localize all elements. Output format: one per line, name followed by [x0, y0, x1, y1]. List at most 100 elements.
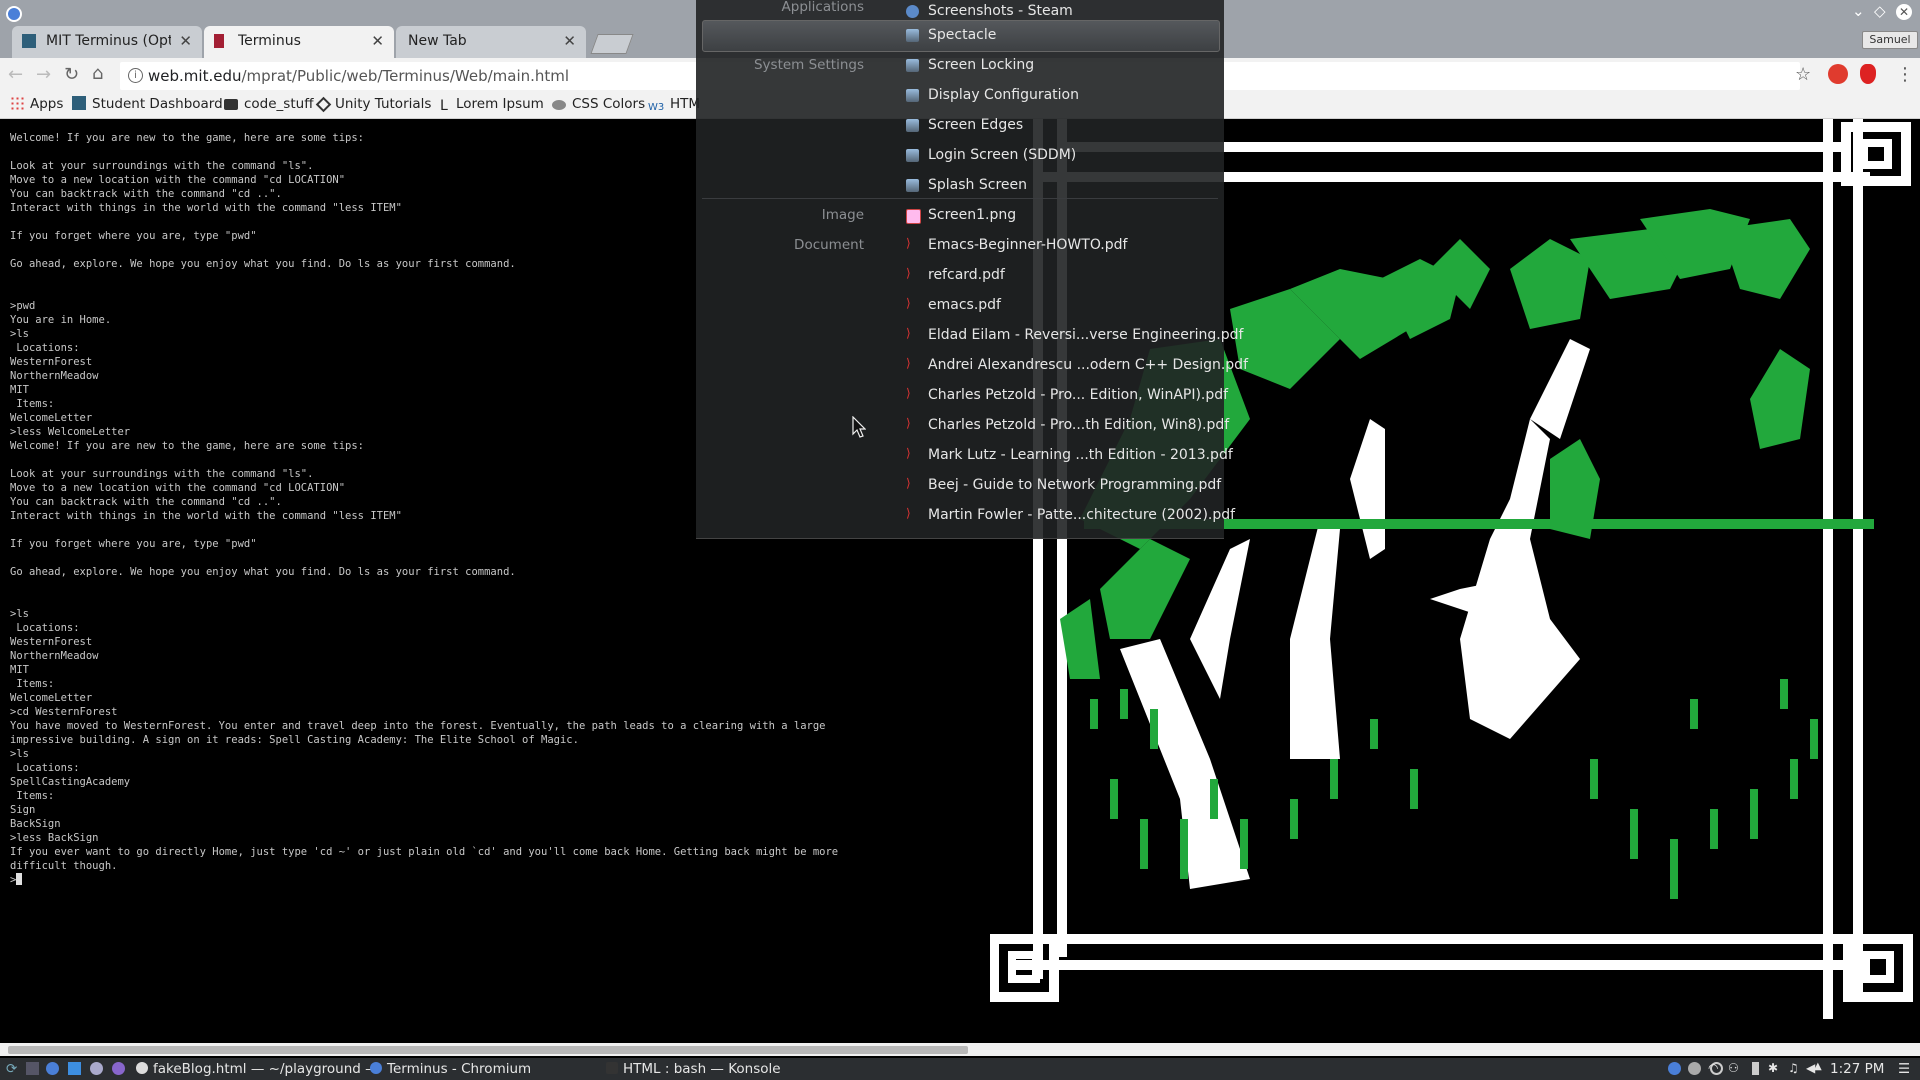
launcher-result-label: emacs.pdf — [928, 297, 1001, 313]
chromium-quick-icon[interactable] — [46, 1062, 59, 1075]
steam-tray-icon[interactable] — [1688, 1062, 1701, 1075]
close-tab-icon[interactable]: ✕ — [371, 32, 384, 50]
launcher-result-label: Screen1.png — [928, 207, 1017, 223]
palette-icon — [552, 100, 566, 110]
url-host: web.mit.edu — [148, 67, 242, 85]
bookmark-label: Lorem Ipsum — [456, 96, 544, 112]
panel-menu-icon[interactable]: ☰ — [1898, 1061, 1910, 1077]
star-icon[interactable]: ☆ — [1795, 64, 1811, 85]
launcher-result-item[interactable]: ⟩ Eldad Eilam - Reversi...verse Engineeri… — [906, 322, 1243, 350]
launcher-result-item[interactable]: Screen Edges — [906, 112, 1216, 140]
info-icon[interactable]: i — [128, 68, 143, 83]
launcher-result-item[interactable]: ⟩ Andrei Alexandrescu ...odern C++ Design… — [906, 352, 1248, 380]
launcher-result-label: Charles Petzold - Pro...th Edition, Win8… — [928, 417, 1230, 433]
app-icon[interactable] — [112, 1062, 125, 1075]
tab-new-tab[interactable]: New Tab ✕ — [396, 26, 586, 58]
bookmark-htm[interactable]: W3 HTM — [648, 96, 700, 116]
pdf-icon: ⟩ — [906, 476, 911, 490]
scrollbar-thumb[interactable] — [8, 1046, 968, 1054]
browser-icon[interactable] — [90, 1062, 103, 1075]
close-window-icon[interactable]: ✕ — [1896, 4, 1912, 20]
bookmark-label: Unity Tutorials — [335, 96, 432, 112]
network-icon[interactable]: ⚇ — [1728, 1061, 1739, 1075]
bookmark-label: Apps — [30, 96, 64, 112]
pdf-icon: ⟩ — [906, 416, 911, 430]
chromium-tray-icon[interactable] — [1668, 1062, 1681, 1075]
task-label: HTML : bash — Konsole — [623, 1061, 781, 1077]
tab-mit-terminus[interactable]: MIT Terminus (Option ✕ — [12, 26, 202, 58]
close-tab-icon[interactable]: ✕ — [179, 32, 192, 50]
task-label: fakeBlog.html — ~/playground — — [153, 1061, 379, 1077]
task-terminus-chromium[interactable]: Terminus - Chromium — [370, 1061, 531, 1077]
login-icon — [906, 149, 919, 162]
pdf-icon: ⟩ — [906, 296, 911, 310]
launcher-result-item[interactable]: ⟩ Beej - Guide to Network Programming.pdf — [906, 472, 1221, 500]
category-document: Document — [794, 237, 864, 253]
launcher-result-label: Spectacle — [928, 27, 997, 43]
launcher-result-item[interactable]: Display Configuration — [906, 82, 1216, 110]
new-tab-button[interactable] — [590, 34, 634, 54]
mit-favicon-icon — [22, 34, 36, 48]
menu-kebab-icon[interactable]: ⋮ — [1896, 64, 1914, 85]
desktop-icon[interactable] — [26, 1062, 39, 1075]
task-label: Terminus - Chromium — [387, 1061, 532, 1077]
extension-shield-icon[interactable] — [1860, 64, 1876, 84]
notifications-icon[interactable]: ♫ — [1788, 1061, 1799, 1075]
bookmark-label: Student Dashboard — [92, 96, 223, 112]
bookmark-apps[interactable]: Apps — [10, 96, 63, 112]
launcher-result-item[interactable]: Login Screen (SDDM) — [906, 142, 1216, 170]
bookmark-lorem-ipsum[interactable]: L Lorem Ipsum — [440, 96, 544, 114]
launcher-result-item[interactable]: ⟩ Emacs-Beginner-HOWTO.pdf — [906, 232, 1216, 260]
lorem-icon: L — [440, 98, 448, 114]
clock[interactable]: 1:27 PM — [1830, 1061, 1884, 1077]
launcher-result-item[interactable]: ⟩ Charles Petzold - Pro... Edition, WinAP… — [906, 382, 1228, 410]
launcher-result-item[interactable]: ⟩ Charles Petzold - Pro...th Edition, Win… — [906, 412, 1229, 440]
launcher-result-item[interactable]: ⟩ refcard.pdf — [906, 262, 1216, 290]
forward-arrow-icon[interactable]: → — [36, 64, 51, 85]
reload-icon[interactable]: ↻ — [64, 64, 79, 85]
tab-terminus[interactable]: Terminus ✕ — [204, 26, 394, 58]
launcher-result-item[interactable]: ⟩ emacs.pdf — [906, 292, 1216, 320]
launcher-result-label: Charles Petzold - Pro... Edition, WinAPI… — [928, 387, 1229, 403]
chromium-icon — [370, 1062, 382, 1074]
launcher-result-label: Eldad Eilam - Reversi...verse Engineerin… — [928, 327, 1244, 343]
url-path: /mprat/Public/web/Terminus/Web/main.html — [241, 67, 570, 85]
konsole-icon — [606, 1062, 618, 1074]
battery-icon[interactable] — [1752, 1062, 1759, 1075]
launcher-result-label: Display Configuration — [928, 87, 1079, 103]
back-arrow-icon[interactable]: ← — [8, 64, 23, 85]
apps-grid-icon — [10, 96, 24, 110]
bookmark-student-dashboard[interactable]: Student Dashboard — [72, 96, 223, 112]
home-icon[interactable]: ⌂ — [92, 63, 103, 84]
terminal-cursor — [16, 873, 23, 885]
launcher-result-item[interactable]: ⟩ Martin Fowler - Patte...chitecture (200… — [906, 502, 1235, 530]
application-launcher-icon[interactable]: ⟳ — [6, 1061, 17, 1077]
extension-red-icon[interactable] — [1828, 64, 1848, 84]
bookmark-code-stuff[interactable]: code_stuff — [224, 96, 314, 112]
launcher-result-label: Screenshots - Steam — [928, 3, 1073, 19]
task-fakeblog[interactable]: fakeBlog.html — ~/playground — — [136, 1061, 379, 1077]
minimize-icon[interactable]: ⌄ — [1852, 2, 1865, 20]
mouse-pointer-icon — [852, 416, 866, 438]
task-konsole[interactable]: HTML : bash — Konsole — [606, 1061, 781, 1077]
bluetooth-icon[interactable]: ✱ — [1768, 1061, 1778, 1075]
spectacle-icon — [906, 29, 919, 42]
launcher-result-item[interactable]: Spectacle — [906, 22, 1216, 50]
maximize-icon[interactable]: ◇ — [1874, 2, 1886, 20]
launcher-result-item[interactable]: Splash Screen — [906, 172, 1216, 200]
launcher-result-item[interactable]: Screen1.png — [906, 202, 1216, 230]
close-tab-icon[interactable]: ✕ — [563, 32, 576, 50]
launcher-result-item[interactable]: ⟩ Mark Lutz - Learning ...th Edition - 20… — [906, 442, 1233, 470]
launcher-result-item[interactable]: Screen Locking — [906, 52, 1216, 80]
pdf-icon: ⟩ — [906, 356, 911, 370]
pdf-icon: ⟩ — [906, 326, 911, 340]
launcher-result-label: Splash Screen — [928, 177, 1027, 193]
files-icon[interactable] — [68, 1062, 81, 1075]
tray-expand-icon[interactable]: ▲ — [1814, 1061, 1822, 1072]
pdf-icon: ⟩ — [906, 506, 911, 520]
folder-icon — [224, 99, 238, 110]
wifi-icon[interactable]: ◠ — [1708, 1061, 1718, 1075]
profile-chip[interactable]: Samuel — [1862, 31, 1918, 49]
bookmark-css-colors[interactable]: CSS Colors — [552, 96, 645, 112]
bookmark-unity-tutorials[interactable]: Unity Tutorials — [315, 96, 432, 113]
